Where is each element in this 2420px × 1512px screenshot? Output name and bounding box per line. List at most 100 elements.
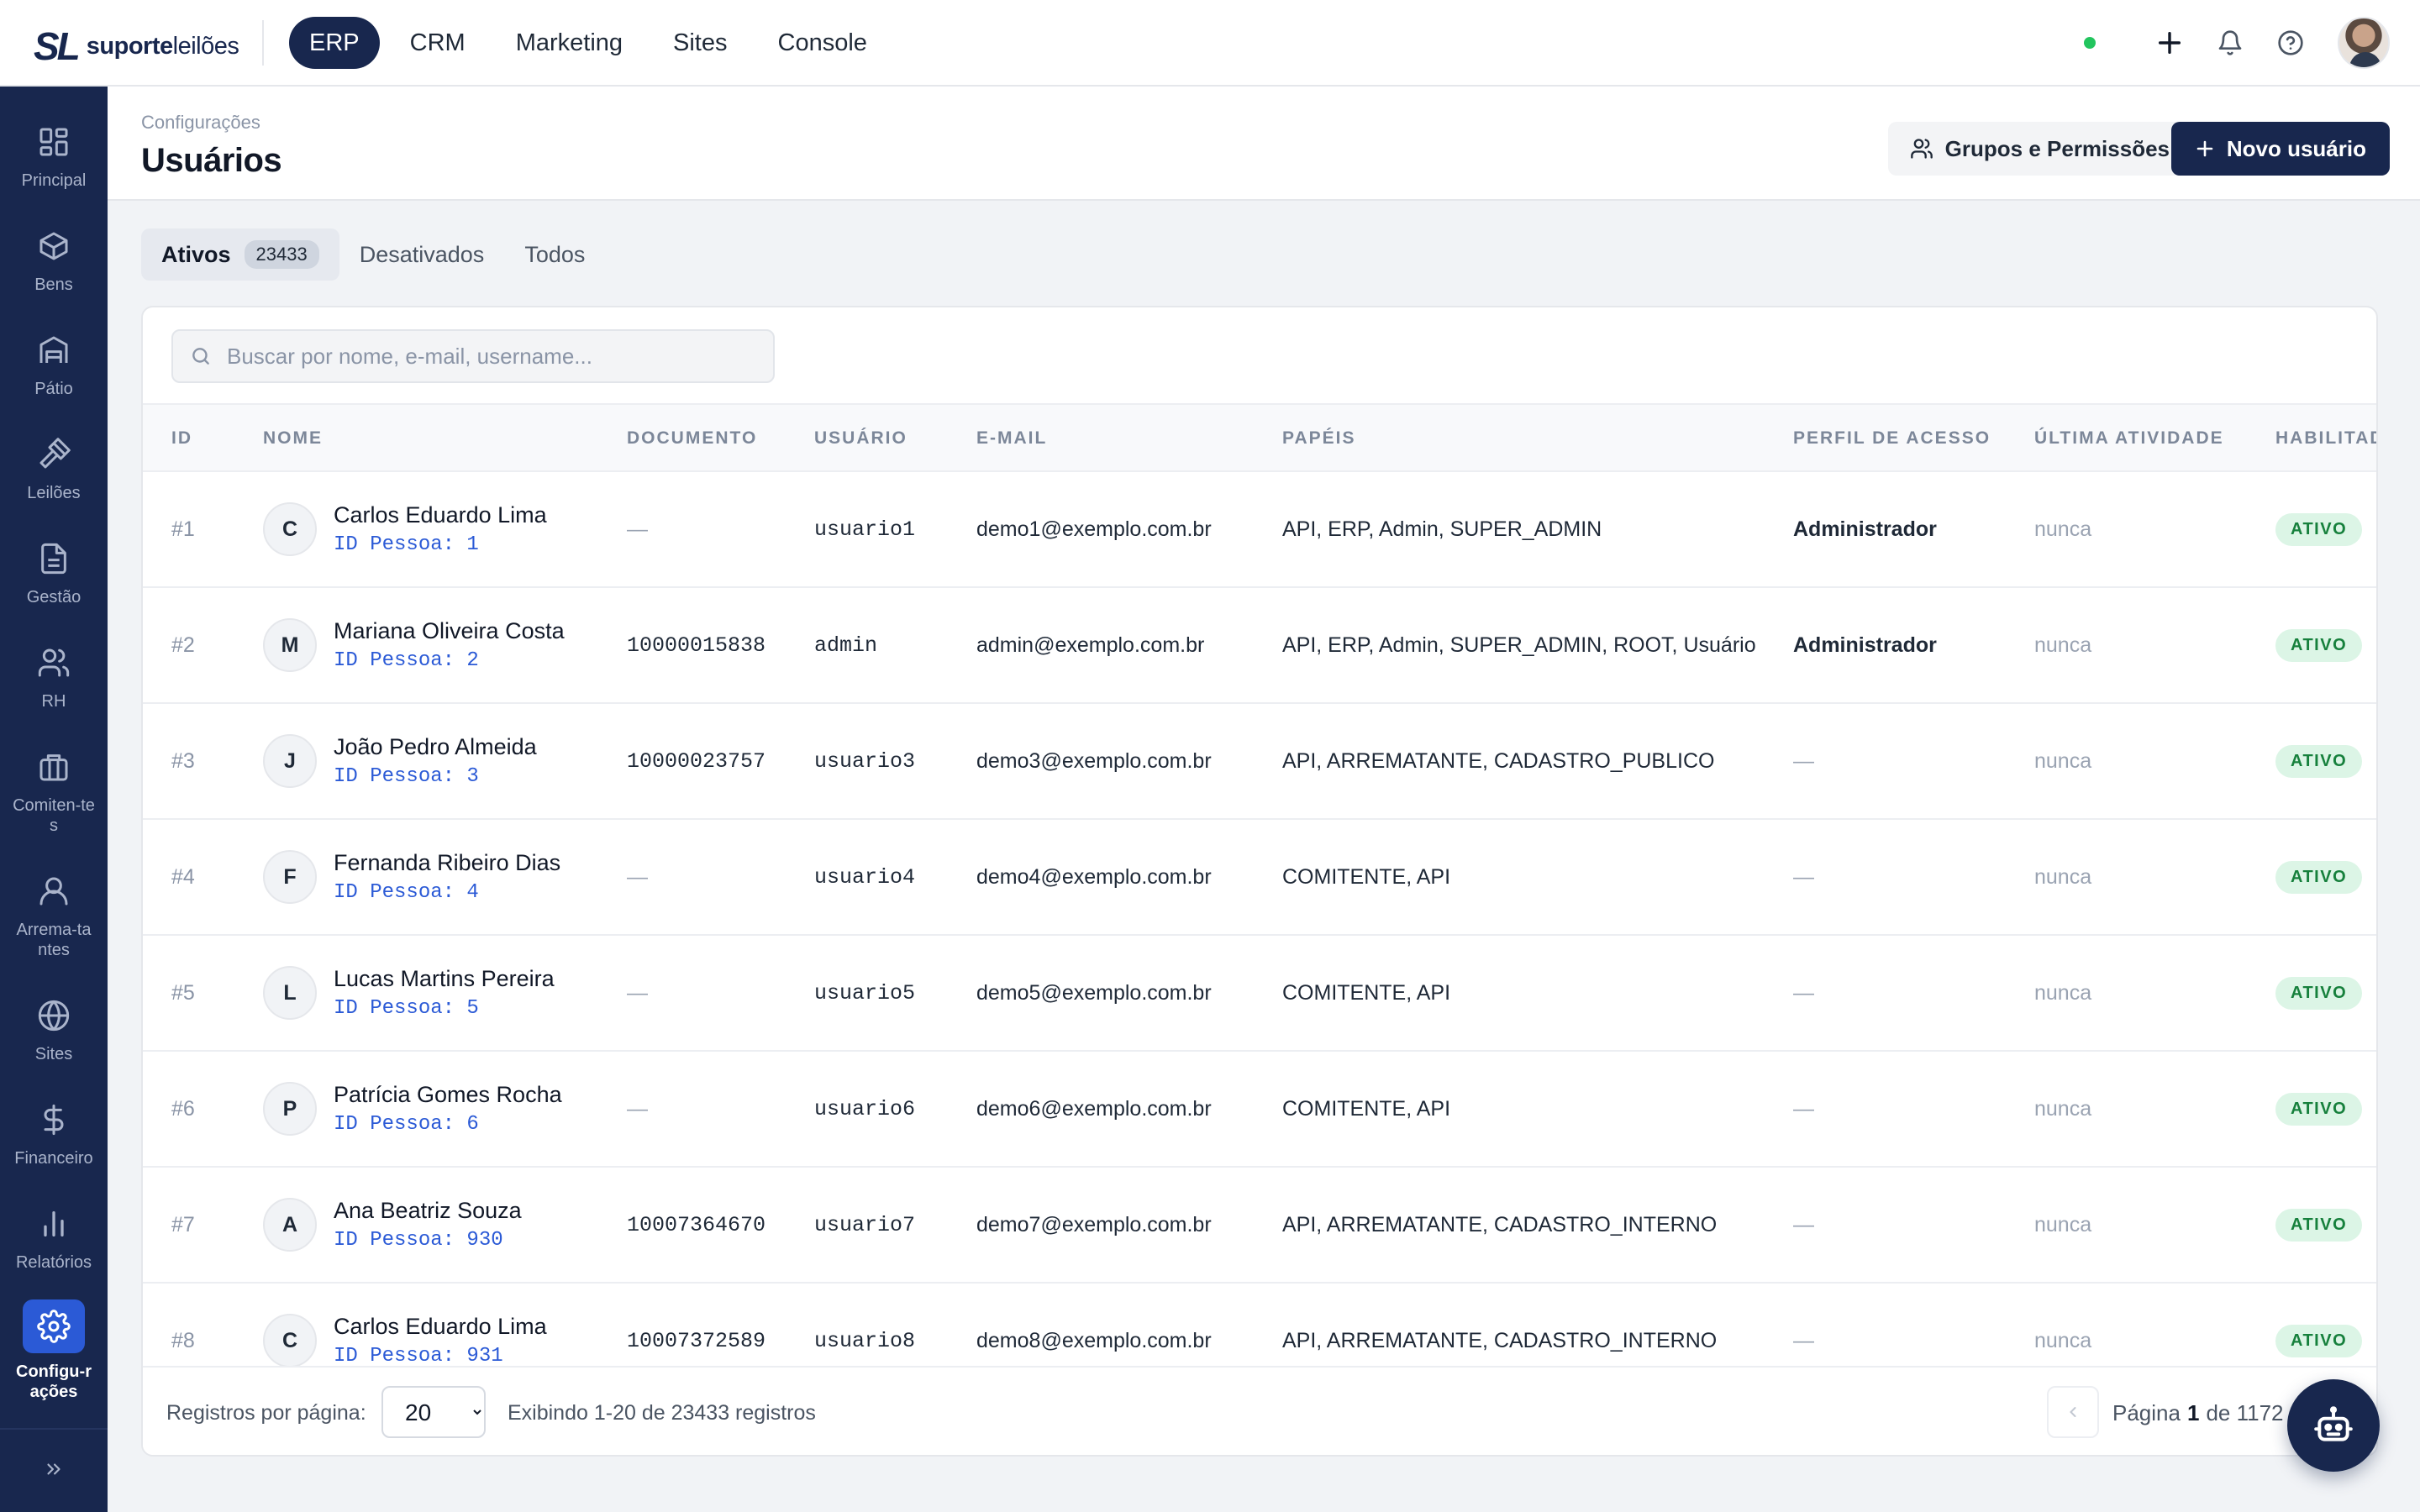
groups-permissions-button[interactable]: Grupos e Permissões	[1887, 122, 2191, 176]
page-header: Configurações Usuários Grupos e Permissõ…	[108, 87, 2420, 201]
cell-id: #8	[171, 1328, 195, 1352]
cell-status: ATIVO	[2275, 1052, 2363, 1166]
column-header-id[interactable]: ID	[171, 405, 192, 472]
cell-last-activity: nunca	[2034, 517, 2092, 541]
sidebar-item-gestao[interactable]: Gestão	[0, 538, 108, 607]
help-icon[interactable]	[2267, 19, 2314, 66]
cell-status: ATIVO	[2275, 588, 2363, 702]
column-header-roles[interactable]: PAPÉIS	[1282, 405, 1355, 472]
sidebar-label: Configu-rações	[16, 1362, 92, 1401]
sidebar-item-sites[interactable]: Sites	[0, 995, 108, 1064]
gavel-icon	[34, 434, 74, 475]
top-nav-marketing[interactable]: Marketing	[496, 17, 643, 69]
tab-ativos[interactable]: Ativos 23433	[141, 228, 339, 281]
cell-username: usuario4	[814, 864, 916, 890]
sidebar-item-patio[interactable]: Pátio	[0, 330, 108, 399]
cell-document: —	[627, 517, 648, 541]
previous-page-button[interactable]	[2047, 1386, 2099, 1438]
table-row[interactable]: #4 F Fernanda Ribeiro Dias ID Pessoa: 4 — usu…	[143, 820, 2376, 936]
cell-name: J João Pedro Almeida ID Pessoa: 3	[263, 704, 537, 818]
cell-status: ATIVO	[2275, 1284, 2363, 1366]
tab-desativados[interactable]: Desativados	[339, 228, 505, 281]
user-name[interactable]: Carlos Eduardo Lima	[334, 1314, 547, 1340]
table-row[interactable]: #7 A Ana Beatriz Souza ID Pessoa: 930 100073…	[143, 1168, 2376, 1284]
status-badge: ATIVO	[2275, 1092, 2363, 1126]
person-id-link[interactable]: ID Pessoa: 1	[334, 533, 547, 556]
cell-name: A Ana Beatriz Souza ID Pessoa: 930	[263, 1168, 522, 1282]
briefcase-icon	[34, 747, 74, 787]
top-nav-crm[interactable]: CRM	[390, 17, 486, 69]
gear-icon	[23, 1299, 85, 1353]
person-id-link[interactable]: ID Pessoa: 3	[334, 765, 537, 788]
table-row[interactable]: #5 L Lucas Martins Pereira ID Pessoa: 5 — usu…	[143, 936, 2376, 1052]
user-name[interactable]: Patrícia Gomes Rocha	[334, 1082, 562, 1108]
sidebar-item-leiloes[interactable]: Leilões	[0, 434, 108, 503]
search-input[interactable]	[227, 343, 765, 370]
top-actions	[2084, 17, 2390, 69]
status-badge: ATIVO	[2275, 512, 2363, 546]
status-badge: ATIVO	[2275, 1208, 2363, 1242]
sidebar-item-relatorios[interactable]: Relatórios	[0, 1204, 108, 1273]
column-header-profile[interactable]: PERFIL DE ACESSO	[1793, 405, 1991, 472]
column-header-last-activity[interactable]: ÚLTIMA ATIVIDADE	[2034, 405, 2224, 472]
per-page-label: Registros por página:	[166, 1400, 366, 1425]
tab-todos[interactable]: Todos	[504, 228, 605, 281]
warehouse-icon	[34, 330, 74, 370]
column-header-email[interactable]: E-MAIL	[976, 405, 1047, 472]
person-id-link[interactable]: ID Pessoa: 931	[334, 1345, 547, 1366]
cell-last-activity: nunca	[2034, 1096, 2092, 1121]
cell-status: ATIVO	[2275, 820, 2363, 934]
column-header-name[interactable]: NOME	[263, 405, 323, 472]
sidebar-item-principal[interactable]: Principal	[0, 122, 108, 191]
status-badge: ATIVO	[2275, 1324, 2363, 1357]
top-nav-sites[interactable]: Sites	[653, 17, 747, 69]
sidebar-expand-button[interactable]	[0, 1428, 108, 1512]
sidebar-label: Financeiro	[14, 1149, 93, 1168]
bell-icon[interactable]	[2207, 19, 2254, 66]
user-name[interactable]: Lucas Martins Pereira	[334, 966, 555, 992]
table-row[interactable]: #6 P Patrícia Gomes Rocha ID Pessoa: 6 — usua…	[143, 1052, 2376, 1168]
new-user-button[interactable]: Novo usuário	[2170, 122, 2390, 176]
person-id-link[interactable]: ID Pessoa: 930	[334, 1229, 522, 1252]
name-block: Mariana Oliveira Costa ID Pessoa: 2	[334, 618, 565, 672]
user-name[interactable]: Fernanda Ribeiro Dias	[334, 850, 560, 876]
breadcrumb[interactable]: Configurações	[141, 112, 260, 134]
user-name[interactable]: Ana Beatriz Souza	[334, 1198, 522, 1224]
sidebar-item-bens[interactable]: Bens	[0, 226, 108, 295]
person-id-link[interactable]: ID Pessoa: 2	[334, 649, 565, 672]
table-row[interactable]: #8 C Carlos Eduardo Lima ID Pessoa: 931 1000…	[143, 1284, 2376, 1366]
sidebar-item-configuracoes[interactable]: Configu-rações	[0, 1299, 108, 1402]
brand-logo[interactable]: SL suporteleilões	[34, 24, 239, 69]
page-indicator: Página 1 de 1172	[2112, 1399, 2284, 1425]
top-nav-console[interactable]: Console	[758, 17, 887, 69]
sidebar-item-arrematantes[interactable]: Arrema-tantes	[0, 871, 108, 960]
plus-icon	[2196, 140, 2213, 157]
user-name[interactable]: João Pedro Almeida	[334, 734, 537, 760]
person-id-link[interactable]: ID Pessoa: 6	[334, 1113, 562, 1136]
plus-icon[interactable]	[2146, 19, 2193, 66]
table-row[interactable]: #3 J João Pedro Almeida ID Pessoa: 3 1000002…	[143, 704, 2376, 820]
cell-email: admin@exemplo.com.br	[976, 633, 1205, 657]
user-avatar[interactable]	[2338, 17, 2390, 69]
column-header-enabled[interactable]: HABILITAD	[2275, 405, 2376, 472]
person-id-link[interactable]: ID Pessoa: 5	[334, 997, 555, 1020]
assistant-bot-button[interactable]	[2287, 1379, 2380, 1472]
person-id-link[interactable]: ID Pessoa: 4	[334, 881, 560, 904]
table-row[interactable]: #2 M Mariana Oliveira Costa ID Pessoa: 2 100…	[143, 588, 2376, 704]
cell-profile: —	[1793, 1212, 1814, 1236]
document-icon	[34, 538, 74, 579]
avatar-initial: P	[263, 1082, 317, 1136]
sidebar-item-financeiro[interactable]: Financeiro	[0, 1100, 108, 1168]
top-nav-erp[interactable]: ERP	[289, 17, 380, 69]
column-header-username[interactable]: USUÁRIO	[814, 405, 908, 472]
table-row[interactable]: #1 C Carlos Eduardo Lima ID Pessoa: 1 — usuar…	[143, 472, 2376, 588]
sidebar-item-comitentes[interactable]: Comiten-tes	[0, 747, 108, 836]
page-title: Usuários	[141, 142, 282, 179]
column-header-document[interactable]: DOCUMENTO	[627, 405, 757, 472]
per-page-select[interactable]: 20	[381, 1386, 486, 1438]
sidebar-label: Sites	[34, 1045, 73, 1063]
cell-document: 10000015838	[627, 633, 766, 658]
user-name[interactable]: Carlos Eduardo Lima	[334, 502, 547, 528]
sidebar-item-rh[interactable]: RH	[0, 643, 108, 711]
user-name[interactable]: Mariana Oliveira Costa	[334, 618, 565, 644]
